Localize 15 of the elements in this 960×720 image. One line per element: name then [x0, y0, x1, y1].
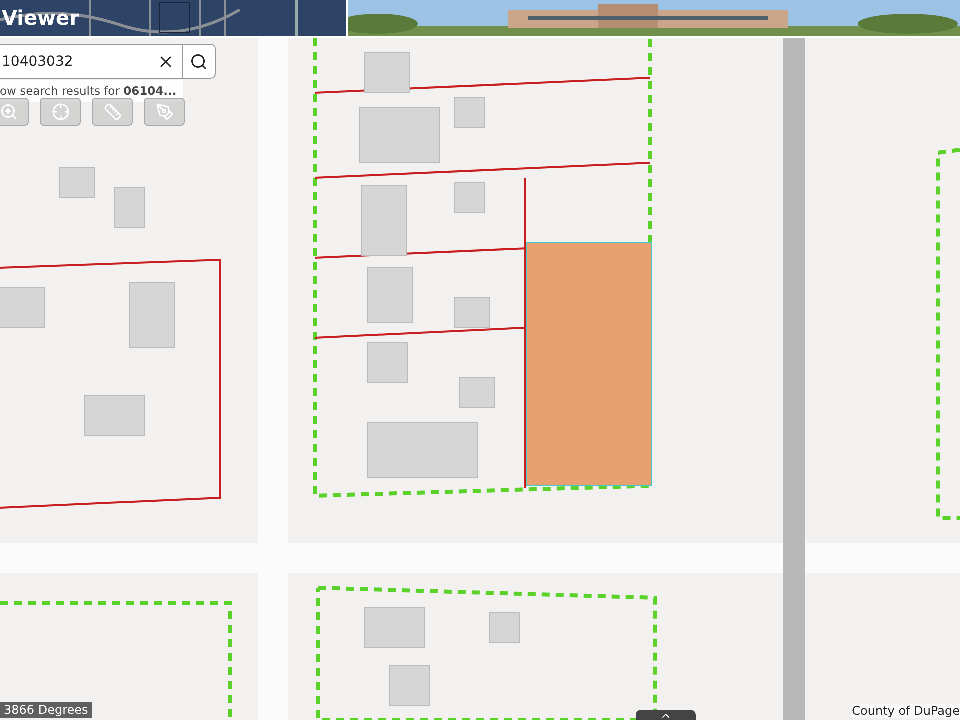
tool-button[interactable] — [40, 98, 81, 126]
ruler-icon — [104, 103, 122, 121]
tool-button[interactable] — [144, 98, 185, 126]
zoom-icon — [0, 103, 18, 121]
clear-button[interactable] — [150, 44, 182, 79]
pen-icon — [156, 103, 174, 121]
search-icon — [190, 52, 208, 70]
search-button[interactable] — [182, 44, 216, 79]
app-title: Viewer — [2, 6, 80, 30]
crosshair-icon — [52, 103, 70, 121]
search-field[interactable]: 10403032 — [0, 44, 150, 79]
attribution: County of DuPage — [852, 704, 960, 718]
tool-button[interactable] — [92, 98, 133, 126]
coordinates: 3866 Degrees — [0, 702, 92, 718]
tool-button[interactable] — [0, 98, 29, 126]
